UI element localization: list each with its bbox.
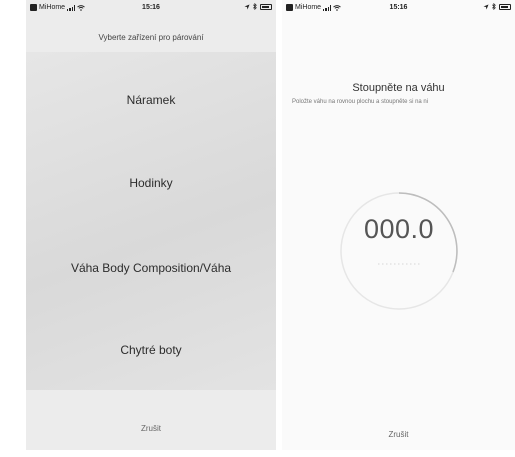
- battery-icon: [499, 3, 511, 10]
- page-title: Vyberte zařízení pro párování: [98, 33, 204, 42]
- page-title: Stoupněte na váhu: [352, 82, 445, 94]
- location-icon: [244, 4, 250, 9]
- weight-gauge-ring: [340, 192, 458, 310]
- bluetooth-icon: [492, 3, 496, 10]
- device-item-naramek[interactable]: Náramek: [26, 93, 276, 107]
- weight-value: 000.0: [363, 214, 435, 244]
- status-right-icons: [483, 3, 511, 10]
- status-bar: MiHome 15:16: [26, 0, 276, 16]
- cancel-button[interactable]: Zrušit: [26, 424, 276, 433]
- device-item-chytre-boty[interactable]: Chytré boty: [26, 343, 276, 357]
- instruction-text: Položte váhu na rovnou plochu a stoupnět…: [292, 99, 429, 105]
- device-pairing-screen: MiHome 15:16 Vyberte zařízení pro párová…: [26, 0, 276, 450]
- device-item-hodinky[interactable]: Hodinky: [26, 176, 276, 190]
- location-icon: [483, 4, 489, 9]
- weighing-screen: MiHome 15:16 Stoupněte na váhu Položte v…: [282, 0, 515, 450]
- battery-icon: [260, 3, 272, 10]
- status-bar: MiHome 15:16: [282, 0, 515, 16]
- device-item-vaha[interactable]: Váha Body Composition/Váha: [26, 261, 276, 275]
- device-list: Náramek Hodinky Váha Body Composition/Vá…: [26, 52, 276, 390]
- status-right-icons: [244, 3, 272, 10]
- status-time: 15:16: [142, 4, 160, 11]
- status-time: 15:16: [389, 4, 408, 11]
- cancel-button[interactable]: Zrušit: [282, 430, 515, 439]
- bluetooth-icon: [253, 3, 257, 10]
